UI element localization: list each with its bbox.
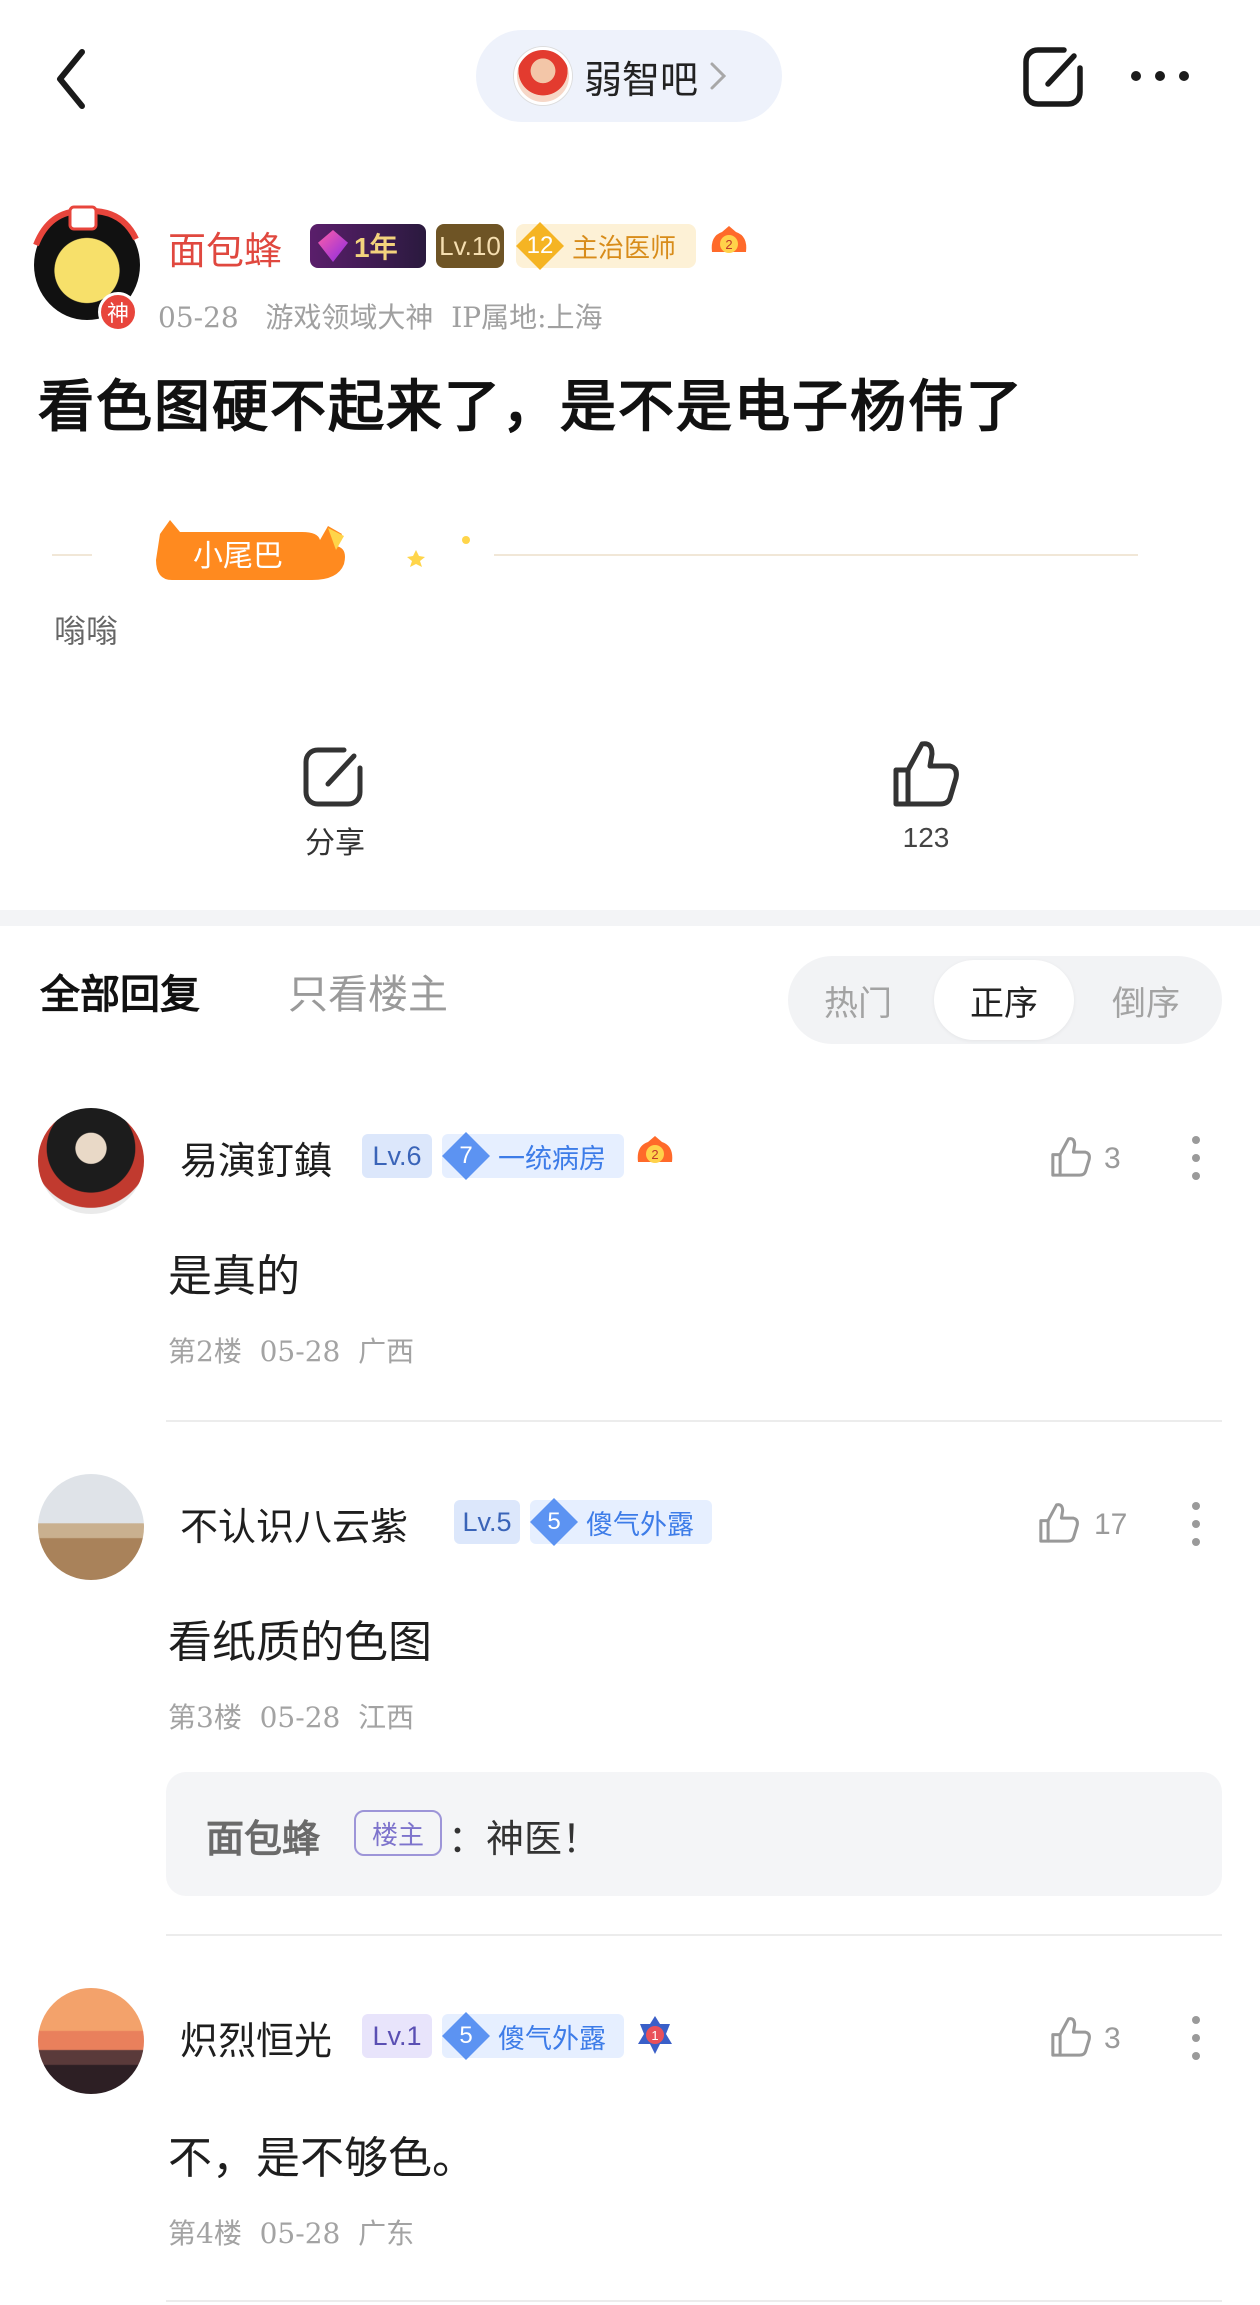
tail-tag: 小尾巴 bbox=[156, 520, 345, 580]
thumbs-up-icon[interactable] bbox=[1048, 2014, 1094, 2060]
forum-link[interactable]: 弱智吧 bbox=[476, 30, 782, 122]
forum-avatar bbox=[514, 47, 572, 105]
section-divider bbox=[0, 910, 1260, 926]
reply-body: 是真的 bbox=[168, 1251, 300, 1302]
more-vertical-icon[interactable] bbox=[1190, 1134, 1202, 1182]
title-badge-num: 12 bbox=[516, 222, 564, 270]
more-vertical-icon[interactable] bbox=[1190, 1500, 1202, 1548]
sort-segmented-control: 热门 正序 倒序 bbox=[788, 956, 1222, 1044]
tab-all-replies[interactable]: 全部回复 bbox=[40, 962, 200, 1020]
reply-body: 看纸质的色图 bbox=[168, 1617, 432, 1668]
more-vertical-icon[interactable] bbox=[1190, 2014, 1202, 2062]
sort-descending[interactable]: 倒序 bbox=[1076, 956, 1216, 1044]
title-badge-num: 7 bbox=[442, 1132, 490, 1180]
chevron-left-icon bbox=[57, 49, 85, 109]
level-badge: Lv.10 bbox=[436, 224, 504, 268]
op-badge: 楼主 bbox=[354, 1810, 442, 1856]
sub-reply-box[interactable] bbox=[166, 1772, 1222, 1896]
post-title: 看色图硬不起来了，是不是电子杨伟了 bbox=[38, 374, 1024, 440]
svg-text:2: 2 bbox=[725, 237, 732, 252]
svg-text:2: 2 bbox=[651, 1147, 658, 1162]
tail-divider-right bbox=[494, 554, 1138, 556]
reply-username[interactable]: 易演釘鎮 bbox=[180, 1130, 332, 1185]
reply-separator bbox=[166, 1934, 1222, 1936]
level-badge: Lv.6 bbox=[362, 1134, 432, 1178]
year-badge-text: 1年 bbox=[354, 232, 398, 263]
reply-meta: 第3楼 05-28 江西 bbox=[168, 1701, 415, 1734]
reply-meta: 第4楼 05-28 广东 bbox=[168, 2217, 415, 2250]
sub-reply-username[interactable]: 面包蜂 bbox=[206, 1808, 320, 1863]
reply-username[interactable]: 炽烈恒光 bbox=[180, 2010, 332, 2065]
share-icon bbox=[1023, 47, 1083, 107]
medal-icon: 2 bbox=[637, 1136, 673, 1163]
god-badge: 神 bbox=[98, 292, 138, 332]
more-button-top[interactable] bbox=[1128, 64, 1192, 88]
title-badge-text: 一统病房 bbox=[498, 1143, 606, 1175]
gem-icon bbox=[318, 230, 348, 262]
stars-icon bbox=[407, 536, 470, 567]
reply-like-count: 3 bbox=[1104, 1142, 1121, 1175]
thumbs-up-icon[interactable] bbox=[1036, 1500, 1082, 1546]
reply-body: 不，是不够色。 bbox=[168, 2133, 476, 2184]
title-badge: 12 主治医师 bbox=[516, 222, 696, 270]
level-badge: Lv.1 bbox=[362, 2014, 432, 2058]
tail-divider-left bbox=[52, 554, 92, 556]
share-button-top[interactable] bbox=[1020, 44, 1086, 110]
medal-icon: 2 bbox=[711, 226, 747, 253]
tab-op-only[interactable]: 只看楼主 bbox=[288, 962, 448, 1020]
thumbs-up-icon[interactable] bbox=[1048, 1134, 1094, 1180]
sort-ascending[interactable]: 正序 bbox=[934, 960, 1074, 1040]
reply-username[interactable]: 不认识八云紫 bbox=[180, 1496, 408, 1551]
thumbs-up-icon[interactable] bbox=[888, 736, 964, 812]
title-badge: 5 傻气外露 bbox=[530, 1498, 712, 1546]
back-button[interactable] bbox=[48, 44, 108, 114]
author-name[interactable]: 面包蜂 bbox=[168, 220, 282, 275]
sub-reply-text: ：神医！ bbox=[448, 1817, 601, 1861]
forum-name: 弱智吧 bbox=[584, 57, 699, 102]
reply-separator bbox=[166, 2300, 1222, 2302]
post-meta: 05-28 游戏领域大神 IP属地:上海 bbox=[158, 301, 603, 334]
title-badge: 5 傻气外露 bbox=[442, 2012, 624, 2060]
reply-like-count: 3 bbox=[1104, 2022, 1121, 2055]
share-icon[interactable] bbox=[298, 742, 368, 812]
tail-text: 嗡嗡 bbox=[54, 612, 119, 650]
reply-avatar[interactable] bbox=[38, 1988, 144, 2094]
title-badge-num: 5 bbox=[442, 2012, 490, 2060]
title-badge-text: 傻气外露 bbox=[498, 2023, 606, 2055]
reply-avatar[interactable] bbox=[38, 1108, 144, 1214]
like-count[interactable]: 123 bbox=[880, 822, 972, 854]
more-icon bbox=[1131, 71, 1189, 81]
medal-icon: 1 bbox=[638, 2016, 672, 2054]
reply-like-count: 17 bbox=[1094, 1508, 1128, 1541]
svg-text:1: 1 bbox=[651, 2028, 658, 2043]
reply-separator bbox=[166, 1420, 1222, 1422]
reply-avatar[interactable] bbox=[38, 1474, 144, 1580]
title-badge: 7 一统病房 bbox=[442, 1132, 624, 1180]
avatar-frame-icon bbox=[33, 205, 139, 247]
share-button[interactable]: 分享 bbox=[300, 818, 370, 862]
reply-meta: 第2楼 05-28 广西 bbox=[168, 1335, 415, 1368]
level-badge: Lv.5 bbox=[454, 1500, 520, 1544]
sort-hot[interactable]: 热门 bbox=[788, 956, 928, 1044]
title-badge-text: 主治医师 bbox=[572, 233, 677, 264]
svg-text:小尾巴: 小尾巴 bbox=[193, 539, 283, 574]
title-badge-text: 傻气外露 bbox=[586, 1509, 694, 1541]
title-badge-num: 5 bbox=[530, 1498, 578, 1546]
year-badge: 1年 bbox=[310, 224, 426, 268]
chevron-right-icon bbox=[710, 62, 727, 90]
